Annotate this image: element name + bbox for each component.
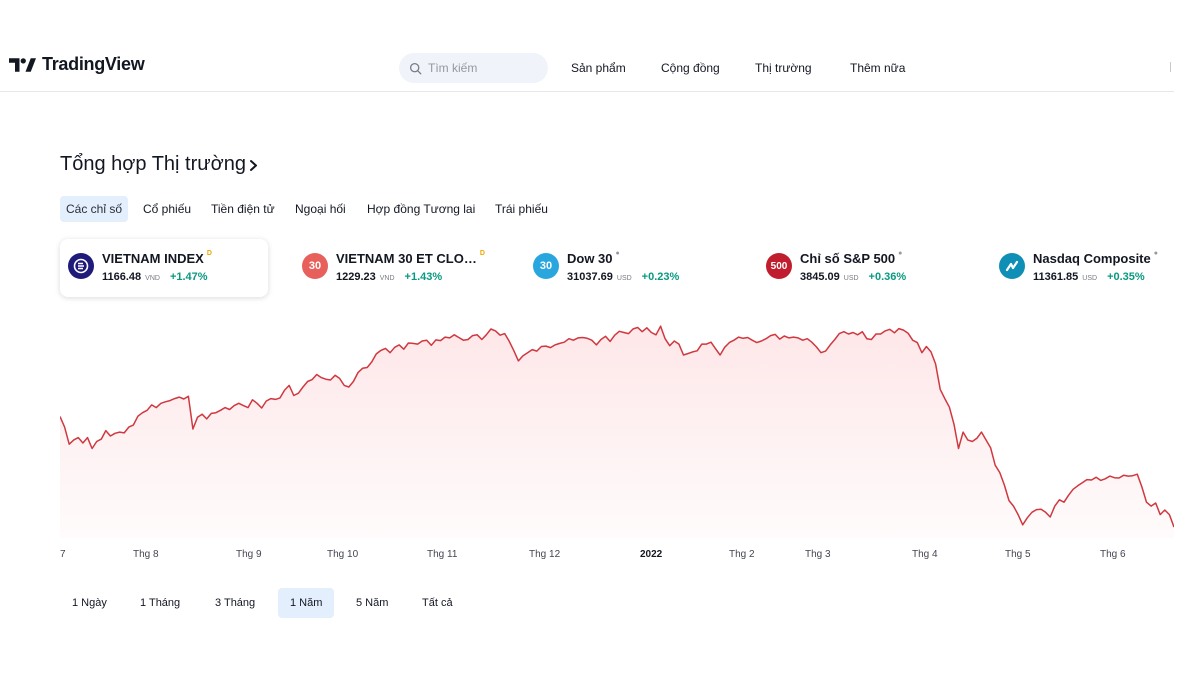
vnindex-logo bbox=[68, 253, 94, 279]
index-card-sp500[interactable]: 500 Chỉ số S&P 500 ● 3845.09 USD +0.36% bbox=[766, 239, 966, 297]
search-box[interactable] bbox=[399, 53, 548, 83]
price-area-fill bbox=[60, 326, 1174, 538]
tradingview-logo-icon bbox=[9, 57, 36, 72]
section-title-text: Tổng hợp Thị trường bbox=[60, 153, 247, 175]
x-tick-label: 7 bbox=[60, 549, 66, 560]
nav-more[interactable]: Thêm nữa bbox=[850, 61, 905, 75]
index-change: +1.47% bbox=[169, 271, 208, 283]
search-input[interactable] bbox=[428, 61, 538, 75]
search-icon bbox=[409, 62, 422, 74]
x-tick-label: Thg 4 bbox=[912, 549, 938, 560]
index-name: Nasdaq Composite bbox=[1033, 251, 1151, 266]
vnindex-logo-icon bbox=[73, 258, 89, 274]
index-marker: ● bbox=[615, 250, 620, 257]
index-marker: D bbox=[479, 250, 485, 257]
index-price: 11361.85 bbox=[1033, 271, 1079, 283]
section-title[interactable]: Tổng hợp Thị trường bbox=[60, 153, 260, 176]
index-card-vn30[interactable]: 30 VIETNAM 30 ET CLO… D 1229.23 VND +1.43… bbox=[300, 239, 500, 297]
index-card-vnindex[interactable]: VIETNAM INDEX D 1166.48 VND +1.47% bbox=[60, 239, 268, 297]
nav-markets[interactable]: Thị trường bbox=[755, 61, 812, 75]
x-tick-label: Thg 10 bbox=[327, 549, 359, 560]
index-price: 3845.09 bbox=[800, 271, 840, 283]
x-tick-label: Thg 9 bbox=[236, 549, 262, 560]
index-change: +0.35% bbox=[1107, 271, 1145, 283]
brand-name: TradingView bbox=[42, 54, 145, 74]
tab-forex[interactable]: Ngoại hối bbox=[289, 196, 352, 222]
sp500-logo: 500 bbox=[766, 253, 792, 279]
range-1y-button[interactable]: 1 Năm bbox=[278, 588, 335, 618]
index-marker: D bbox=[206, 250, 212, 257]
index-change: +0.23% bbox=[641, 271, 680, 283]
index-currency: USD bbox=[616, 275, 632, 282]
nav-community[interactable]: Cộng đồng bbox=[661, 61, 720, 75]
index-marker: ● bbox=[898, 250, 903, 257]
chevron-right-icon bbox=[250, 159, 258, 171]
range-1d-button[interactable]: 1 Ngày bbox=[60, 588, 119, 618]
range-all-button[interactable]: Tất cả bbox=[410, 588, 465, 618]
index-card-nasdaq[interactable]: Nasdaq Composite ● 11361.85 USD +0.35% bbox=[999, 239, 1174, 297]
dow30-logo: 30 bbox=[533, 253, 559, 279]
index-marker: ● bbox=[1153, 250, 1158, 257]
index-price: 1229.23 bbox=[336, 271, 376, 283]
x-tick-label: Thg 11 bbox=[427, 549, 458, 560]
index-name: VIETNAM INDEX bbox=[102, 251, 204, 266]
tab-crypto[interactable]: Tiền điện tử bbox=[205, 196, 281, 222]
index-currency: USD bbox=[1082, 275, 1098, 282]
range-1m-button[interactable]: 1 Tháng bbox=[128, 588, 192, 618]
range-3m-button[interactable]: 3 Tháng bbox=[203, 588, 267, 618]
index-change: +0.36% bbox=[868, 271, 907, 283]
nav-products[interactable]: Sản phẩm bbox=[571, 61, 626, 75]
price-chart[interactable] bbox=[60, 320, 1174, 580]
index-card-dow30[interactable]: 30 Dow 30 ● 31037.69 USD +0.23% bbox=[533, 239, 733, 297]
nasdaq-logo bbox=[999, 253, 1025, 279]
tab-futures[interactable]: Hợp đồng Tương lai bbox=[361, 196, 481, 222]
x-tick-label: Thg 2 bbox=[729, 549, 755, 560]
header-divider bbox=[1170, 62, 1171, 72]
top-header: TradingView Sản phẩm Cộng đồng Thị trườn… bbox=[0, 44, 1174, 92]
vn30-logo: 30 bbox=[302, 253, 328, 279]
index-name: Chỉ số S&P 500 bbox=[800, 251, 896, 266]
x-tick-label: Thg 8 bbox=[133, 549, 159, 560]
tab-stocks[interactable]: Cổ phiếu bbox=[137, 196, 197, 222]
index-name: VIETNAM 30 ET CLO… bbox=[336, 251, 477, 266]
x-tick-label: Thg 3 bbox=[805, 549, 831, 560]
index-price: 31037.69 bbox=[567, 271, 613, 283]
x-tick-label: Thg 12 bbox=[529, 549, 561, 560]
x-tick-label: Thg 6 bbox=[1100, 549, 1126, 560]
range-5y-button[interactable]: 5 Năm bbox=[344, 588, 400, 618]
index-currency: USD bbox=[843, 275, 859, 282]
index-currency: VND bbox=[379, 275, 395, 282]
index-change: +1.43% bbox=[404, 271, 443, 283]
nasdaq-logo-icon bbox=[1005, 260, 1019, 272]
index-name: Dow 30 bbox=[567, 251, 613, 266]
brand-logo[interactable]: TradingView bbox=[9, 54, 145, 75]
x-tick-label: 2022 bbox=[640, 549, 663, 560]
index-price: 1166.48 bbox=[102, 271, 142, 283]
tab-indices[interactable]: Các chỉ số bbox=[60, 196, 129, 222]
x-tick-label: Thg 5 bbox=[1005, 549, 1031, 560]
index-currency: VND bbox=[145, 275, 160, 282]
tab-bonds[interactable]: Trái phiếu bbox=[489, 196, 554, 222]
